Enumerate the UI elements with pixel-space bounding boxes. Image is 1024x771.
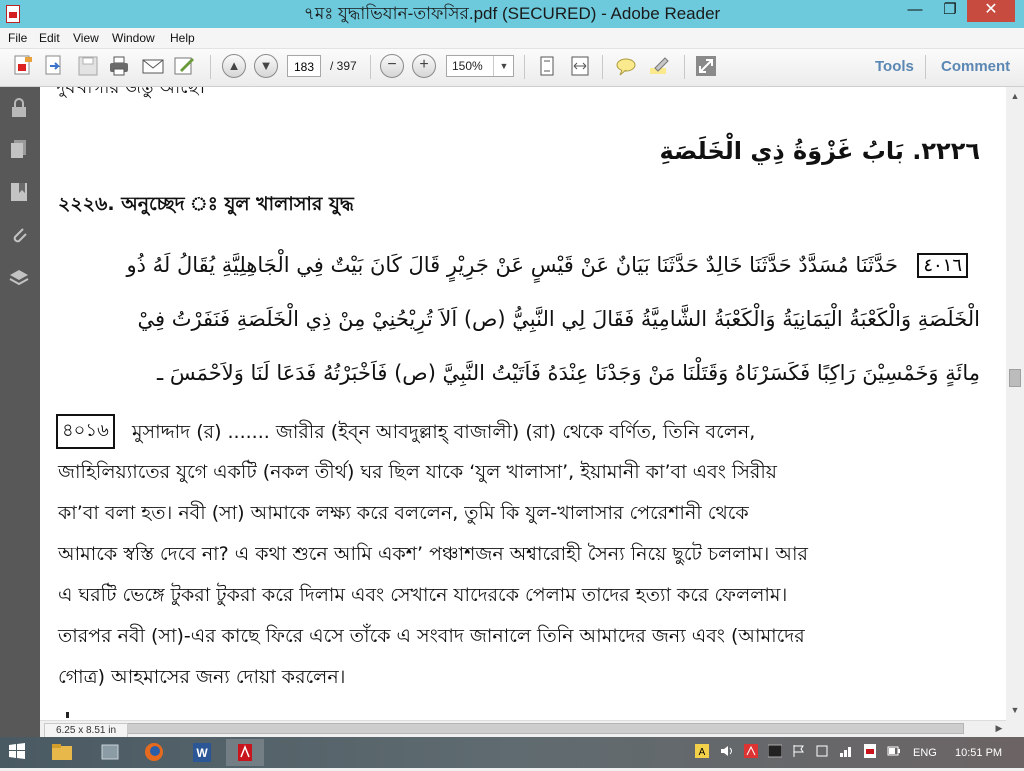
- pdf-icon[interactable]: [863, 744, 877, 758]
- hadith-number-bengali: ৪০১৬: [56, 414, 115, 449]
- word-icon[interactable]: W: [183, 739, 221, 766]
- print-icon[interactable]: [107, 54, 131, 78]
- fit-page-icon[interactable]: [535, 54, 559, 78]
- comment-tab[interactable]: Comment: [941, 58, 1010, 76]
- scroll-down-icon[interactable]: ▼: [1006, 702, 1024, 718]
- chevron-down-icon[interactable]: ▼: [493, 56, 514, 76]
- clock[interactable]: 10:51 PM: [955, 744, 1002, 762]
- menu-view[interactable]: View: [73, 28, 99, 48]
- firefox-icon[interactable]: [135, 739, 173, 766]
- toolbar-divider: [602, 55, 603, 79]
- toolbar-divider: [925, 55, 926, 79]
- menu-edit[interactable]: Edit: [39, 28, 60, 48]
- toolbar-divider: [210, 55, 211, 79]
- font-icon[interactable]: A: [695, 744, 709, 758]
- zoom-out-icon[interactable]: −: [380, 54, 404, 78]
- close-button[interactable]: ✕: [967, 0, 1015, 22]
- arabic-line: حَدَّثَنَا مُسَدَّدٌ حَدَّثَنَا خَالِدٌ …: [126, 253, 898, 277]
- svg-text:W: W: [196, 746, 208, 760]
- highlight-icon[interactable]: [647, 54, 671, 78]
- pages-icon[interactable]: [8, 138, 30, 160]
- svg-text:A: A: [699, 747, 706, 758]
- next-page-icon[interactable]: ▼: [254, 54, 278, 78]
- toolbar-divider: [524, 55, 525, 79]
- fit-width-icon[interactable]: [568, 54, 592, 78]
- menu-window[interactable]: Window: [112, 28, 155, 48]
- input-language[interactable]: ENG: [913, 744, 937, 762]
- sign-icon[interactable]: [172, 54, 196, 78]
- bengali-line: মুসাদ্দাদ (র) ....... জারীর (ইব্‌ন আবদুল…: [132, 421, 756, 443]
- app-icon[interactable]: [744, 744, 758, 758]
- zoom-in-icon[interactable]: +: [412, 54, 436, 78]
- page-total: / 397: [330, 59, 357, 73]
- arabic-line: الْخَلَصَةِ وَالْكَعْبَةُ الْيَمَانِيَةُ…: [137, 307, 980, 331]
- attachments-icon[interactable]: [8, 224, 30, 246]
- toolbar-divider: [684, 55, 685, 79]
- zoom-value: 150%: [452, 59, 483, 73]
- toolbar-divider: [370, 55, 371, 79]
- battery-icon[interactable]: [887, 744, 901, 758]
- terminal-icon[interactable]: [767, 744, 783, 758]
- previous-page-icon[interactable]: ▲: [222, 54, 246, 78]
- page-number-input[interactable]: 183: [287, 55, 321, 77]
- bengali-line: গোত্র) আহমাসের জন্য দোয়া করলেন।: [58, 666, 346, 688]
- save-icon: [76, 54, 100, 78]
- arabic-heading: ٢٢٢٦. بَابُ غَزْوَةُ ذِي الْخَلَصَةِ: [659, 137, 980, 165]
- layers-icon[interactable]: [8, 267, 30, 289]
- hadith-number-arabic: ٤٠١٦: [917, 253, 968, 278]
- menu-file[interactable]: File: [8, 28, 27, 48]
- minimize-button[interactable]: —: [897, 0, 933, 22]
- bengali-line: জাহিলিয়্যাতের যুগে একটি (নকল তীর্থ) ঘর …: [58, 461, 777, 483]
- bengali-heading: ২২২৬. অনুচ্ছেদ ঃ যুল খালাসার যুদ্ধ: [58, 193, 354, 215]
- volume-icon[interactable]: [720, 744, 734, 758]
- document-page[interactable]: দুষখাগার জন্তু আছে। ٢٢٢٦. بَابُ غَزْوَةُ…: [40, 87, 1006, 720]
- app-icon[interactable]: [815, 744, 829, 758]
- flag-icon[interactable]: [792, 744, 806, 758]
- bookmarks-icon[interactable]: [8, 181, 30, 203]
- app-icon[interactable]: [91, 739, 129, 766]
- adobe-reader-icon[interactable]: [226, 739, 264, 766]
- tools-tab[interactable]: Tools: [875, 58, 914, 76]
- partial-line: দুষখাগার জন্তু আছে।: [56, 87, 205, 98]
- menu-help[interactable]: Help: [170, 28, 195, 48]
- partial-line: [66, 712, 69, 718]
- network-icon[interactable]: [839, 744, 853, 758]
- arabic-line: مِائَةٍ وَخَمْسِيْنَ رَاكِبًا فَكَسَرْنَ…: [157, 361, 980, 385]
- scroll-right-icon[interactable]: ▶: [992, 721, 1006, 736]
- maximize-button[interactable]: ❐: [933, 0, 967, 22]
- bengali-line: কা’বা বলা হত। নবী (সা) আমাকে লক্ষ্য করে …: [58, 502, 749, 524]
- window-title: ৭মঃ যুদ্ধাভিযান-তাফসির.pdf (SECURED) - A…: [303, 4, 721, 23]
- bengali-line: তারপর নবী (সা)-এর কাছে ফিরে এসে তাঁকে এ …: [58, 625, 805, 647]
- vertical-scrollbar[interactable]: [1006, 87, 1024, 720]
- vertical-scroll-thumb[interactable]: [1009, 369, 1021, 387]
- fullscreen-icon[interactable]: [694, 54, 718, 78]
- create-pdf-icon[interactable]: [11, 54, 35, 78]
- lock-icon[interactable]: [8, 97, 30, 119]
- open-file-icon[interactable]: [42, 54, 66, 78]
- horizontal-scroll-thumb[interactable]: [64, 723, 964, 734]
- page-size-status: 6.25 x 8.51 in: [44, 723, 128, 738]
- email-icon[interactable]: [141, 54, 165, 78]
- file-explorer-icon[interactable]: [43, 739, 81, 766]
- bengali-line: আমাকে স্বস্তি দেবে না? এ কথা শুনে আমি এক…: [58, 543, 808, 565]
- windows-start-icon[interactable]: [8, 742, 26, 760]
- bengali-line: এ ঘরটি ভেঙ্গে টুকরা টুকরা করে দিলাম এবং …: [58, 584, 788, 606]
- scroll-up-icon[interactable]: ▲: [1006, 88, 1024, 104]
- comment-icon[interactable]: [614, 54, 638, 78]
